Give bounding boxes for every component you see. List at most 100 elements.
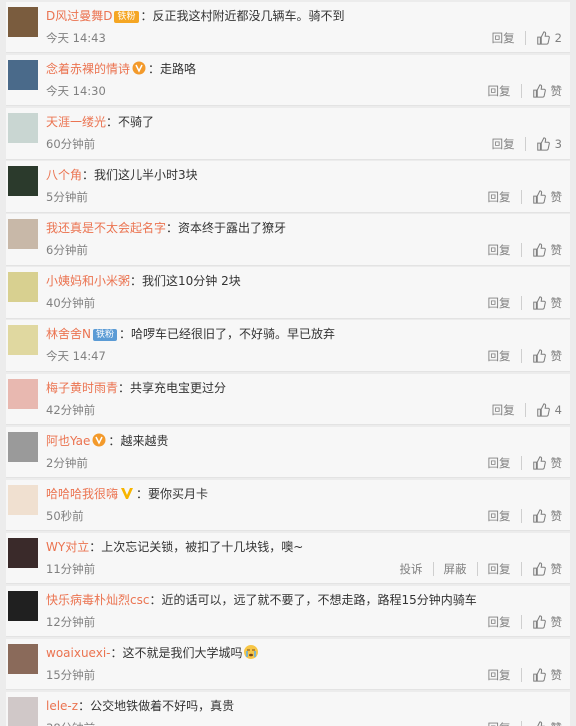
comment-text: 不骑了 [118, 115, 155, 130]
commenter-name[interactable]: 八个角 [46, 168, 82, 182]
reply-button[interactable]: 回复 [488, 82, 511, 100]
like-button[interactable]: 赞 [532, 347, 563, 365]
vip-badge-icon[interactable] [132, 61, 146, 75]
report-button[interactable]: 投诉 [400, 560, 423, 578]
reply-button[interactable]: 回复 [488, 347, 511, 365]
reply-button[interactable]: 回复 [488, 294, 511, 312]
comment-text: 走路咯 [160, 62, 197, 77]
divider [520, 721, 522, 726]
commenter-name[interactable]: 阿也Yae [46, 434, 90, 448]
comment-time: 40分钟前 [46, 296, 96, 311]
commenter-name[interactable]: 小姨妈和小米粥 [46, 274, 130, 288]
vip-badge-icon[interactable] [92, 433, 106, 447]
reply-button[interactable]: 回复 [488, 560, 511, 578]
like-button[interactable]: 4 [536, 401, 562, 419]
avatar[interactable] [8, 697, 38, 726]
comment-actions: 回复 赞 [478, 241, 562, 259]
thumbs-up-icon [532, 84, 546, 98]
commenter-name[interactable]: woaixuexi- [46, 646, 111, 660]
commenter-name[interactable]: 天涯一缕光 [46, 115, 106, 129]
like-button[interactable]: 赞 [532, 666, 562, 684]
reply-button[interactable]: 回复 [492, 29, 515, 47]
verified-v-icon[interactable] [120, 486, 134, 500]
like-count: 赞 [550, 349, 563, 364]
avatar[interactable] [8, 378, 38, 409]
thumbs-up-icon [532, 509, 546, 523]
avatar[interactable] [8, 166, 38, 197]
reply-button[interactable]: 回复 [492, 401, 515, 419]
comment-text: 哈啰车已经很旧了，不好骑。早已放弃 [131, 327, 336, 342]
thumbs-up-icon [532, 562, 546, 576]
like-button[interactable]: 赞 [532, 507, 562, 525]
divider [520, 455, 522, 470]
like-button[interactable]: 赞 [532, 294, 562, 312]
divider [524, 402, 526, 417]
avatar[interactable] [8, 113, 38, 144]
thumbs-up-icon [532, 243, 546, 257]
commenter-name[interactable]: 念着赤裸的情诗 [46, 62, 130, 76]
avatar[interactable] [8, 60, 38, 91]
commenter-name[interactable]: 我还真是不太会起名字 [46, 221, 166, 235]
block-button[interactable]: 屏蔽 [444, 560, 467, 578]
comment-actions: 回复 赞 [478, 507, 562, 525]
comment-actions: 回复 赞 [478, 294, 562, 312]
comment-time: 15分钟前 [46, 667, 96, 682]
comment-content: 念着赤裸的情诗 ：走路咯 [46, 59, 562, 79]
like-button[interactable]: 赞 [532, 454, 562, 472]
like-count: 3 [554, 137, 562, 152]
avatar[interactable] [8, 484, 38, 515]
commenter-name[interactable]: lele-z [46, 699, 78, 713]
fan-badge[interactable]: 铁粉 [114, 11, 139, 23]
like-button[interactable]: 赞 [532, 82, 563, 100]
comment-text: 要你买月卡 [148, 486, 209, 501]
like-button[interactable]: 3 [536, 135, 562, 153]
avatar[interactable] [8, 325, 38, 356]
avatar[interactable] [8, 643, 38, 674]
avatar[interactable] [8, 7, 38, 37]
like-button[interactable]: 赞 [532, 560, 562, 578]
fan-badge[interactable]: 铁粉 [92, 329, 117, 342]
reply-button[interactable]: 回复 [488, 613, 511, 631]
like-button[interactable]: 赞 [532, 719, 562, 726]
commenter-name[interactable]: 梅子黄时雨青 [46, 381, 118, 395]
divider [520, 84, 522, 99]
comment-text: 公交地铁做着不好吗，真贵 [90, 699, 235, 714]
reply-button[interactable]: 回复 [488, 188, 511, 206]
reply-button[interactable]: 回复 [488, 454, 511, 472]
like-button[interactable]: 赞 [532, 188, 563, 206]
reply-button[interactable]: 回复 [488, 666, 511, 684]
comment-actions: 回复 赞 [478, 719, 562, 726]
avatar[interactable] [8, 590, 38, 621]
reply-button[interactable]: 回复 [488, 507, 511, 525]
reply-button[interactable]: 回复 [488, 241, 511, 259]
comment-item: D风过曼舞D 铁粉 ：反正我这村附近都没几辆车。骑不到 今天 14:43 回复 2 [6, 2, 570, 54]
comment-text: 共享充电宝更过分 [130, 380, 227, 395]
like-count: 赞 [550, 84, 563, 99]
avatar[interactable] [8, 272, 38, 303]
like-count: 赞 [550, 190, 563, 205]
comment-actions: 回复 4 [482, 401, 562, 419]
divider [520, 667, 522, 682]
colon-separator: ： [140, 9, 153, 23]
commenter-name[interactable]: 哈哈哈我很嗨 [46, 487, 118, 501]
comment-time: 今天 14:30 [46, 84, 106, 99]
reply-button[interactable]: 回复 [488, 719, 511, 726]
reply-button[interactable]: 回复 [492, 135, 515, 153]
avatar[interactable] [8, 431, 38, 462]
thumbs-up-icon [532, 296, 546, 311]
like-button[interactable]: 赞 [532, 613, 562, 631]
like-button[interactable]: 2 [536, 29, 562, 47]
avatar[interactable] [8, 219, 38, 250]
comment-content: woaixuexi-：这不就是我们大学城吗 [46, 643, 562, 663]
avatar[interactable] [8, 537, 38, 568]
comment-content: 八个角：我们这儿半小时3块 [46, 165, 562, 185]
commenter-name[interactable]: WY对立 [46, 540, 89, 554]
commenter-name[interactable]: 快乐病毒朴灿烈csc [46, 593, 149, 607]
like-button[interactable]: 赞 [532, 241, 562, 259]
comment-item: 小姨妈和小米粥：我们这10分钟 2块 40分钟前 回复 赞 [6, 267, 570, 319]
like-count: 2 [554, 31, 562, 45]
thumbs-up-icon [532, 455, 546, 470]
commenter-name[interactable]: 林舍舍N [46, 327, 91, 341]
commenter-name[interactable]: D风过曼舞D [46, 9, 112, 23]
comment-item: 阿也Yae ：越来越贵 2分钟前 回复 赞 [6, 426, 570, 479]
